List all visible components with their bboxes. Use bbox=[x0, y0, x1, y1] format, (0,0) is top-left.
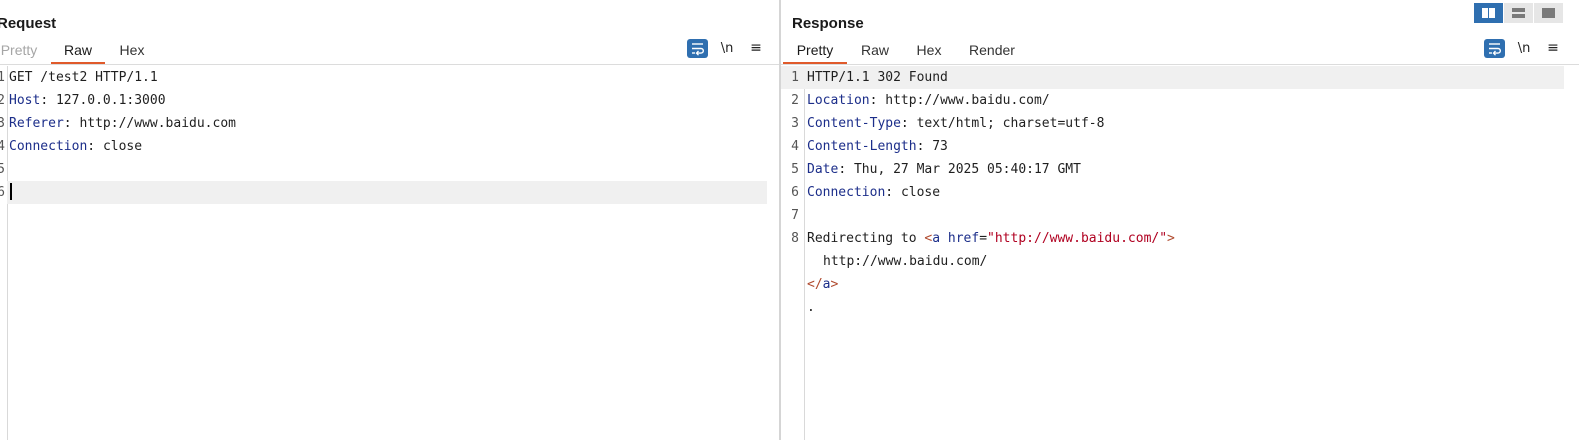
header-name: Referer bbox=[9, 116, 64, 131]
tab-raw[interactable]: Raw bbox=[51, 38, 105, 64]
header-name: Host bbox=[9, 93, 41, 108]
header-value: close bbox=[102, 139, 143, 154]
empty-line: 7 bbox=[781, 204, 1579, 227]
single-pane-button[interactable] bbox=[1534, 3, 1563, 23]
line-number: 1 bbox=[0, 70, 5, 85]
word-wrap-icon bbox=[1489, 43, 1501, 56]
response-title: Response bbox=[792, 15, 864, 32]
line-number: 3 bbox=[791, 116, 799, 131]
tab-hex[interactable]: Hex bbox=[113, 38, 151, 62]
response-pane: Response Pretty Raw Hex Render \n ≡ 1 HT… bbox=[781, 0, 1579, 440]
line-number: 3 bbox=[0, 116, 5, 131]
show-newlines-button[interactable]: \n bbox=[718, 39, 736, 59]
header-line: 2 Host: 127.0.0.1:3000 bbox=[0, 89, 779, 112]
line-number: 7 bbox=[791, 208, 799, 223]
menu-icon[interactable]: ≡ bbox=[1546, 39, 1560, 59]
menu-icon[interactable]: ≡ bbox=[749, 39, 763, 59]
attribute-value: "http://www.baidu.com/" bbox=[987, 231, 1168, 246]
body-line-continuation: . bbox=[781, 296, 1579, 319]
body-line-continuation: </a> bbox=[781, 273, 1579, 296]
layout-toggle-group bbox=[1474, 3, 1564, 23]
header-name: Content-Type bbox=[807, 116, 901, 131]
header-line: 6 Connection: close bbox=[781, 181, 1579, 204]
header-line: 4 Connection: close bbox=[0, 135, 779, 158]
tab-divider bbox=[0, 64, 779, 65]
tab-pretty[interactable]: Pretty bbox=[783, 38, 847, 64]
line-number: 1 bbox=[791, 70, 799, 85]
line-number: 5 bbox=[0, 162, 5, 177]
tag-bracket: > bbox=[830, 277, 839, 292]
line-number: 8 bbox=[791, 231, 799, 246]
request-tabs: Pretty Raw Hex bbox=[0, 38, 300, 64]
tab-hex[interactable]: Hex bbox=[911, 38, 947, 62]
header-value: Thu, 27 Mar 2025 05:40:17 GMT bbox=[853, 162, 1081, 177]
line-number: 6 bbox=[0, 185, 5, 200]
header-value: 73 bbox=[932, 139, 948, 154]
line-number: 4 bbox=[791, 139, 799, 154]
tab-divider bbox=[781, 64, 1579, 65]
header-name: Connection bbox=[807, 185, 886, 200]
body-line-continuation: http://www.baidu.com/ bbox=[781, 250, 1579, 273]
header-name: Connection bbox=[9, 139, 88, 154]
header-line: 2 Location: http://www.baidu.com/ bbox=[781, 89, 1579, 112]
line-number: 4 bbox=[0, 139, 5, 154]
header-name: Content-Length bbox=[807, 139, 917, 154]
tag-name: a bbox=[932, 231, 941, 246]
header-line: 3 Referer: http://www.baidu.com bbox=[0, 112, 779, 135]
tab-render[interactable]: Render bbox=[967, 38, 1017, 62]
body-trailing-text: . bbox=[807, 300, 815, 315]
line-number: 2 bbox=[0, 93, 5, 108]
word-wrap-icon bbox=[692, 43, 704, 56]
request-title: Request bbox=[0, 15, 57, 32]
header-line: 5 Date: Thu, 27 Mar 2025 05:40:17 GMT bbox=[781, 158, 1579, 181]
attribute-name: href bbox=[947, 231, 980, 246]
word-wrap-button[interactable] bbox=[1484, 39, 1505, 58]
line-number: 2 bbox=[791, 93, 799, 108]
request-pane: Request Pretty Raw Hex \n ≡ 1 GET /test2… bbox=[0, 0, 779, 440]
header-line: 4 Content-Length: 73 bbox=[781, 135, 1579, 158]
request-editor[interactable]: 1 GET /test2 HTTP/1.1 2 Host: 127.0.0.1:… bbox=[0, 66, 779, 440]
request-line-text: GET /test2 HTTP/1.1 bbox=[9, 70, 158, 85]
body-line: 8 Redirecting to <a href="http://www.bai… bbox=[781, 227, 1579, 250]
attribute-equals: = bbox=[979, 231, 988, 246]
tab-pretty[interactable]: Pretty bbox=[0, 38, 41, 62]
header-value: close bbox=[900, 185, 941, 200]
tab-raw[interactable]: Raw bbox=[857, 38, 893, 62]
split-horizontal-icon bbox=[1482, 8, 1495, 18]
show-newlines-button[interactable]: \n bbox=[1515, 39, 1533, 59]
body-text: Redirecting to bbox=[807, 231, 925, 246]
link-text: http://www.baidu.com/ bbox=[823, 254, 988, 269]
header-value: text/html; charset=utf-8 bbox=[916, 116, 1105, 131]
request-line: 1 GET /test2 HTTP/1.1 bbox=[0, 66, 779, 89]
text-cursor bbox=[10, 183, 12, 200]
tag-bracket: > bbox=[1167, 231, 1175, 246]
response-editor[interactable]: 1 HTTP/1.1 302 Found 2 Location: http://… bbox=[781, 66, 1579, 440]
single-pane-icon bbox=[1542, 8, 1555, 18]
empty-line: 5 bbox=[0, 158, 779, 181]
header-line: 3 Content-Type: text/html; charset=utf-8 bbox=[781, 112, 1579, 135]
current-line[interactable]: 6 bbox=[0, 181, 767, 204]
response-tabs: Pretty Raw Hex Render bbox=[781, 38, 1081, 64]
header-name: Date bbox=[807, 162, 839, 177]
status-text: HTTP/1.1 302 Found bbox=[807, 70, 948, 85]
line-number: 6 bbox=[791, 185, 799, 200]
status-line: 1 HTTP/1.1 302 Found bbox=[781, 66, 1564, 89]
header-value: 127.0.0.1:3000 bbox=[55, 93, 166, 108]
tag-bracket: </ bbox=[807, 277, 823, 292]
split-vertical-icon bbox=[1512, 8, 1525, 18]
split-horizontal-button[interactable] bbox=[1474, 3, 1503, 23]
header-name: Location bbox=[807, 93, 870, 108]
split-vertical-button[interactable] bbox=[1504, 3, 1533, 23]
word-wrap-button[interactable] bbox=[687, 39, 708, 58]
line-number: 5 bbox=[791, 162, 799, 177]
header-value: http://www.baidu.com bbox=[79, 116, 236, 131]
header-value: http://www.baidu.com/ bbox=[885, 93, 1050, 108]
